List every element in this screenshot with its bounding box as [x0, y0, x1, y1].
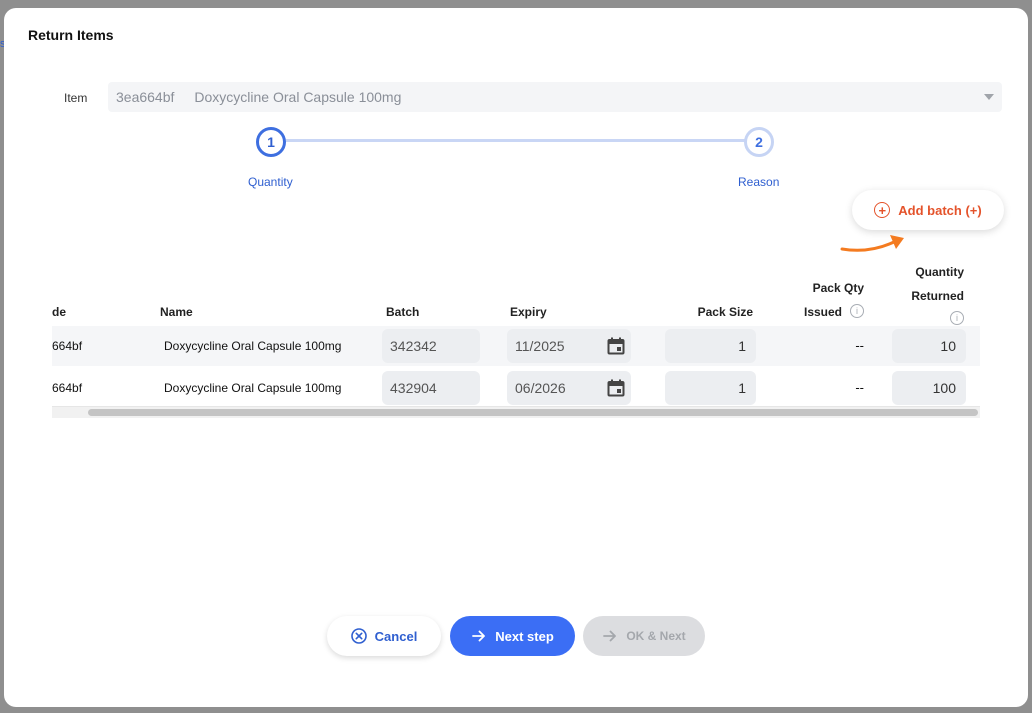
step-1-indicator[interactable]: 1 — [256, 127, 286, 157]
header-batch: Batch — [386, 305, 420, 319]
step-2-label: Reason — [738, 175, 780, 189]
orange-arrow-annotation-icon — [840, 235, 904, 252]
batch-input[interactable]: 432904 — [382, 371, 480, 405]
calendar-icon[interactable] — [607, 337, 625, 355]
return-items-modal: Return Items Item 3ea664bf Doxycycline O… — [4, 8, 1028, 707]
ok-next-button[interactable]: OK & Next — [583, 616, 705, 656]
expiry-value: 11/2025 — [515, 338, 565, 354]
expiry-value: 06/2026 — [515, 380, 566, 396]
modal-title: Return Items — [28, 27, 114, 43]
row-code: 664bf — [52, 339, 83, 353]
header-pack-size: Pack Size — [697, 305, 753, 319]
table-row: 664bf Doxycycline Oral Capsule 100mg 432… — [52, 368, 980, 408]
pack-size-input[interactable]: 1 — [665, 329, 756, 363]
horizontal-scrollbar[interactable] — [52, 406, 980, 418]
pack-qty-issued: -- — [855, 338, 864, 353]
item-label: Item — [64, 91, 88, 105]
stepper-connector — [286, 139, 746, 142]
plus-circle-icon: + — [874, 202, 891, 218]
item-select[interactable]: 3ea664bf Doxycycline Oral Capsule 100mg — [108, 82, 1002, 112]
item-name: Doxycycline Oral Capsule 100mg — [194, 89, 402, 105]
arrow-right-icon — [603, 630, 617, 642]
pack-size-input[interactable]: 1 — [665, 371, 756, 405]
header-pack-qty-line2: Issued — [804, 305, 843, 319]
header-quantity-line2: Returned — [911, 289, 964, 303]
quantity-info-icon[interactable]: i — [950, 311, 964, 325]
cancel-label: Cancel — [374, 628, 418, 644]
header-expiry: Expiry — [510, 305, 547, 319]
cancel-button[interactable]: Cancel — [327, 616, 441, 656]
header-quantity-line1: Quantity — [915, 265, 964, 279]
arrow-right-icon — [472, 630, 486, 642]
ok-next-label: OK & Next — [626, 629, 686, 643]
pack-qty-issued: -- — [855, 380, 864, 395]
expiry-input[interactable]: 06/2026 — [507, 371, 631, 405]
row-code: 664bf — [52, 381, 83, 395]
next-step-button[interactable]: Next step — [450, 616, 575, 656]
header-name: Name — [160, 305, 193, 319]
expiry-input[interactable]: 11/2025 — [507, 329, 631, 363]
batch-table: de Name Batch Expiry Pack Size Pack Qty … — [52, 258, 980, 418]
row-name: Doxycycline Oral Capsule 100mg — [164, 339, 342, 353]
add-batch-button[interactable]: + Add batch (+) — [852, 190, 1004, 230]
batch-input[interactable]: 342342 — [382, 329, 480, 363]
quantity-returned-input[interactable]: 10 — [892, 329, 966, 363]
header-pack-qty-line1: Pack Qty — [812, 281, 864, 295]
row-name: Doxycycline Oral Capsule 100mg — [164, 381, 342, 395]
header-code: de — [52, 305, 67, 319]
pack-qty-info-icon[interactable]: i — [850, 304, 864, 318]
chevron-down-icon — [984, 94, 994, 100]
quantity-returned-input[interactable]: 100 — [892, 371, 966, 405]
item-code: 3ea664bf — [116, 89, 175, 105]
calendar-icon[interactable] — [607, 379, 625, 397]
table-row: 664bf Doxycycline Oral Capsule 100mg 342… — [52, 326, 980, 366]
step-2-indicator[interactable]: 2 — [744, 127, 774, 157]
add-batch-label: Add batch (+) — [898, 202, 982, 218]
close-circle-icon — [350, 628, 367, 644]
step-1-label: Quantity — [248, 175, 293, 189]
next-step-label: Next step — [495, 628, 554, 644]
scrollbar-thumb[interactable] — [88, 409, 978, 416]
